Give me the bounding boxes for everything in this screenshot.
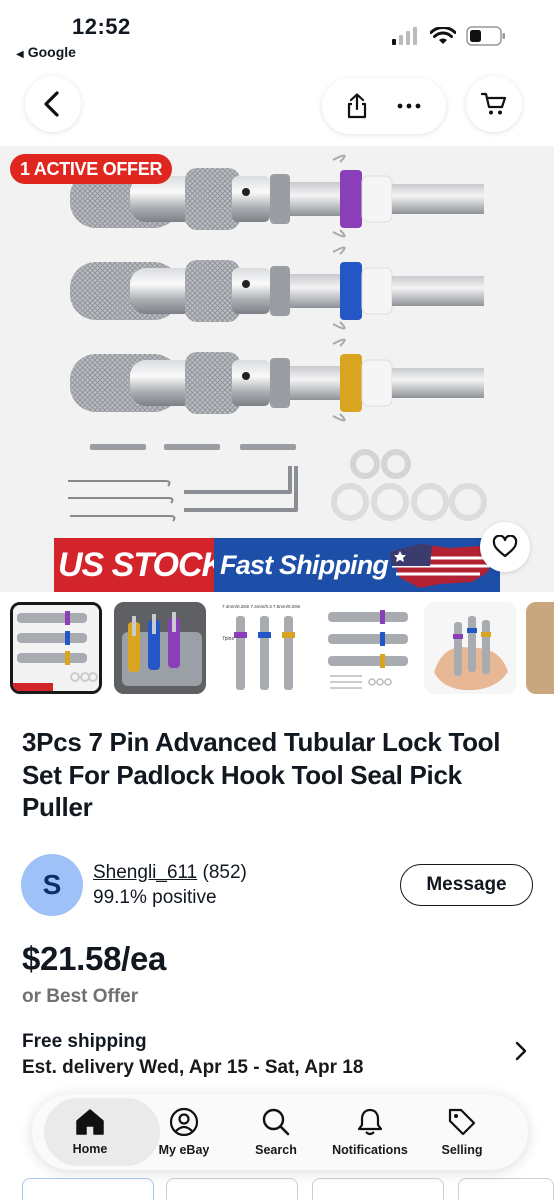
thumbnail-2[interactable] — [114, 602, 206, 694]
thumbnail-3-side-text: 7pins — [222, 636, 234, 642]
heart-icon — [492, 535, 518, 558]
active-offer-badge: 1 ACTIVE OFFER — [10, 154, 173, 184]
image-thumbnails: 7.4mm/0.28in 7.4mm/0.3 7.5mm/0.29in 7pin… — [0, 600, 554, 698]
back-triangle-icon: ◀ — [16, 49, 24, 60]
seller-avatar[interactable]: S — [21, 854, 83, 916]
variant-option-box[interactable] — [22, 1178, 154, 1200]
bell-icon — [357, 1108, 383, 1136]
tab-my-ebay[interactable]: My eBay — [138, 1094, 230, 1170]
chevron-left-icon — [44, 91, 59, 117]
thumbnail-dimensions-image — [234, 616, 295, 690]
cellular-signal-icon — [392, 27, 417, 45]
share-icon[interactable] — [346, 93, 368, 119]
thumbnail-5[interactable] — [424, 602, 516, 694]
banner-fast-shipping: Fast Shipping — [214, 538, 500, 592]
user-icon — [169, 1107, 199, 1137]
variant-option-box[interactable] — [312, 1178, 444, 1200]
tab-search-label: Search — [255, 1143, 297, 1157]
thumbnail-4[interactable] — [322, 602, 414, 694]
tab-search[interactable]: Search — [230, 1094, 322, 1170]
seller-feedback-percent: 99.1% positive — [93, 887, 217, 908]
thumbnail-3[interactable]: 7.4mm/0.28in 7.4mm/0.3 7.5mm/0.29in 7pin… — [218, 602, 310, 694]
product-main-image[interactable]: 1 ACTIVE OFFER US STOCK Fast Shipping — [0, 146, 554, 592]
variant-option-box[interactable] — [458, 1178, 554, 1200]
battery-icon — [466, 26, 505, 46]
message-seller-button[interactable]: Message — [400, 864, 533, 906]
tab-notifications[interactable]: Notifications — [324, 1094, 416, 1170]
listing-title: 3Pcs 7 Pin Advanced Tubular Lock Tool Se… — [22, 727, 501, 822]
watchlist-button[interactable] — [480, 522, 530, 572]
tab-home[interactable]: Home — [44, 1094, 160, 1170]
status-time: 12:52 — [72, 14, 131, 39]
back-to-app-link[interactable]: ◀ Google — [16, 44, 76, 60]
thumbnail-1[interactable] — [10, 602, 102, 694]
thumbnail-3-head-text: 7.4mm/0.28in 7.4mm/0.3 7.5mm/0.29in — [222, 604, 301, 609]
system-icons — [392, 26, 506, 46]
tab-notifications-label: Notifications — [332, 1143, 408, 1157]
seller-name-link[interactable]: Shengli_611 — [93, 862, 197, 883]
more-icon[interactable] — [396, 102, 422, 110]
bottom-tab-bar: Home My eBay Search Notifications Sellin… — [32, 1094, 528, 1170]
thumbnail-tools-image — [13, 605, 99, 691]
cart-icon — [481, 92, 507, 115]
home-icon — [76, 1109, 104, 1135]
chevron-right-icon — [515, 1041, 527, 1061]
thumbnail-case-image — [114, 602, 206, 694]
search-icon — [262, 1108, 290, 1136]
top-nav — [0, 70, 554, 146]
seller-feedback-count: (852) — [202, 862, 247, 883]
banner-us-stock-text: US STOCK — [54, 538, 226, 592]
shipping-row[interactable]: Free shipping Est. delivery Wed, Apr 15 … — [22, 1030, 532, 1082]
us-stock-banner: US STOCK Fast Shipping — [54, 538, 500, 592]
tab-my-ebay-label: My eBay — [158, 1143, 210, 1157]
tag-icon — [448, 1108, 476, 1136]
back-app-label: Google — [27, 44, 76, 60]
seller-info: Shengli_611 (852) 99.1% positive — [93, 860, 247, 910]
back-button[interactable] — [25, 76, 81, 132]
tab-selling[interactable]: Selling — [416, 1094, 508, 1170]
thumbnail-hand-image — [424, 602, 516, 694]
delivery-estimate: Est. delivery Wed, Apr 15 - Sat, Apr 18 — [22, 1057, 364, 1078]
shipping-title: Free shipping — [22, 1031, 147, 1052]
item-price: $21.58/ea — [22, 940, 167, 977]
cart-button[interactable] — [466, 76, 522, 132]
banner-fast-shipping-text: Fast Shipping — [220, 550, 389, 580]
best-offer-text: or Best Offer — [22, 986, 139, 1007]
thumbnail-6-partial[interactable] — [526, 602, 554, 694]
thumbnail-set-image — [328, 610, 408, 689]
lock-tools-illustration — [68, 154, 487, 522]
wifi-icon — [430, 27, 456, 44]
status-bar: 12:52 ◀ Google — [0, 0, 554, 70]
tab-selling-label: Selling — [441, 1143, 483, 1157]
variant-option-box[interactable] — [166, 1178, 298, 1200]
tab-home-label: Home — [72, 1142, 108, 1156]
actions-pill — [322, 78, 446, 134]
